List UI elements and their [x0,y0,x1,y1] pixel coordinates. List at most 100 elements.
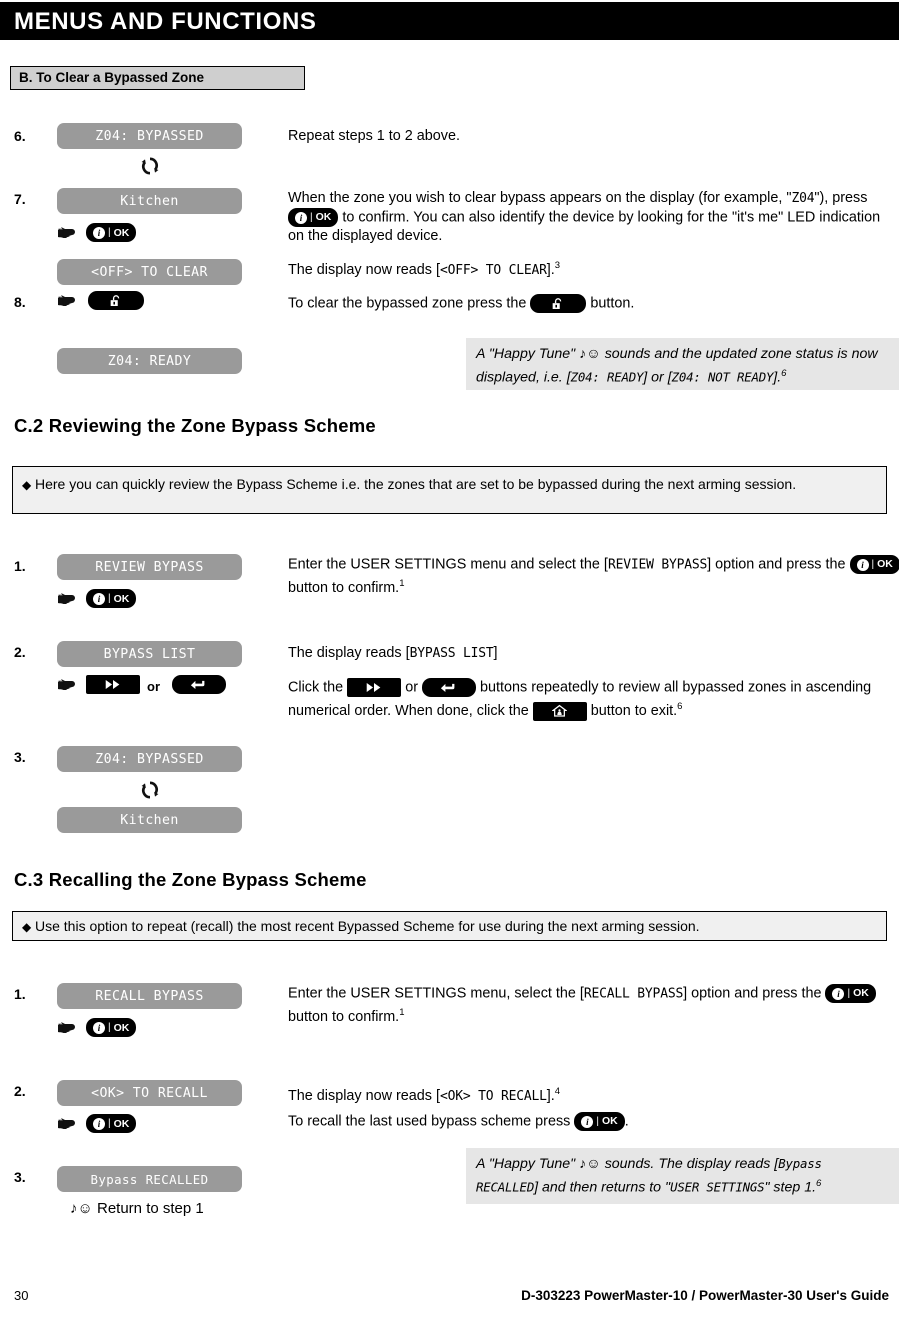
lcd-display-b7-zone: Kitchen [57,188,242,214]
step-text-b7-mono: Z04 [791,191,815,206]
note-b-c: ] or [ [643,369,672,386]
page-banner: MENUS AND FUNCTIONS [0,2,899,40]
heading-c2: C.2 Reviewing the Zone Bypass Scheme [14,415,376,436]
step-text-b7-c: The display now reads [ [288,261,440,278]
info-icon: i [93,592,105,605]
pointing-hand-icon-b8 [56,292,82,310]
ok-label: OK [113,1021,130,1034]
lcd-display-c3-3: Bypass RECALLED [57,1166,242,1192]
music-note-smiley-icon: ♪☺ [579,346,601,362]
footnote-ref: 1 [399,578,405,590]
note-c3-d: " step 1. [764,1179,817,1196]
back-button-inline-c2-2[interactable] [421,678,476,697]
info-icon: i [93,226,105,239]
info-icon: i [856,558,869,571]
happy-tune-note-text-c3: A "Happy Tune" ♪☺ sounds. The display re… [466,1148,899,1204]
home-exit-button-inline-c2-2[interactable] [532,701,587,721]
step-text-b7-display: The display now reads [<OFF> TO CLEAR].3 [288,256,899,280]
step-text-c3-1-b: button to confirm. [288,1009,400,1026]
step-text-c2-2-a2: ] [493,645,498,661]
footer-doc-reference: D-303223 PowerMaster-10 / PowerMaster-30… [521,1288,889,1303]
step-text-c3-2-mono: <OK> TO RECALL [439,1088,547,1104]
unlock-button-inline-b8[interactable] [530,294,587,313]
ok-label: OK [601,1115,618,1127]
step-text-c3-1: Enter the USER SETTINGS menu, select the… [288,984,899,1027]
info-ok-button-c3-2[interactable]: i | OK [86,1114,137,1133]
info-ok-button-b7[interactable]: i | OK [86,223,137,242]
footnote-ref: 6 [677,701,683,713]
ok-label: OK [853,987,869,999]
step-number-c2-3: 3. [14,749,26,765]
step-text-c3-2-b: To recall the last used bypass scheme pr… [288,1113,571,1130]
subsection-label: B. To Clear a Bypassed Zone [19,70,205,85]
step-text-c2-2-c: or [405,679,418,696]
ok-label: OK [113,1117,130,1130]
unlock-button-b8[interactable] [88,291,144,310]
ok-label: OK [113,226,130,239]
happy-tune-note-c3: A "Happy Tune" ♪☺ sounds. The display re… [466,1148,899,1204]
note-c3-a: A "Happy Tune" [476,1156,576,1172]
step-text-b7-a: When the zone you wish to clear bypass a… [288,190,792,206]
fast-forward-icon [105,679,120,690]
step-number-c3-1: 1. [14,986,26,1002]
step-text-c3-2-a: The display now reads [ [288,1087,440,1104]
note-b-a: A "Happy Tune" [476,346,576,362]
pointing-hand-icon-b7 [56,224,82,242]
info-box-c3-text: ◆ Use this option to repeat (recall) the … [13,912,886,942]
note-c3-c: ] and then returns to " [534,1179,671,1196]
pointing-hand-icon-c2-2 [56,676,82,694]
lcd-display-c3-2: <OK> TO RECALL [57,1080,242,1106]
info-ok-button-inline-b7[interactable]: i | OK [288,208,339,227]
document-page: MENUS AND FUNCTIONS B. To Clear a Bypass… [0,0,899,1325]
step-text-c2-1-mono: REVIEW BYPASS [607,557,708,573]
return-to-step-text: Return to step 1 [97,1200,204,1217]
step-text-b7-b: to confirm. You can also identify the de… [288,209,881,245]
note-c3-mono2: USER SETTINGS [670,1179,765,1195]
footnote-ref: 3 [554,260,561,271]
home-person-icon [552,705,568,717]
info-box-c3: ◆ Use this option to repeat (recall) the … [12,911,887,941]
happy-tune-note-text-b: A "Happy Tune" ♪☺ sounds and the updated… [466,338,899,394]
back-arrow-icon [440,683,455,692]
note-c3-b: sounds. The display reads [ [604,1156,779,1172]
music-note-smiley-icon: ♪☺ [70,1200,93,1217]
bullet-diamond-icon: ◆ [22,478,32,492]
info-ok-button-inline-c3-1[interactable]: i | OK [825,984,876,1003]
info-box-c2-body: Here you can quickly review the Bypass S… [35,476,797,492]
step-text-c3-2-a2: ]. [546,1087,555,1104]
footnote-ref: 6 [781,368,787,379]
step-text-c2-2-top: The display reads [BYPASS LIST] [288,644,899,663]
back-arrow-icon [190,680,205,689]
pointing-hand-icon-c2-1 [56,590,82,608]
info-icon: i [832,987,845,1000]
heading-c3: C.3 Recalling the Zone Bypass Scheme [14,869,367,890]
footer-page-number: 30 [14,1288,29,1303]
step-text-c2-1-a2: ] option and press the [707,556,846,573]
step-number-b7: 7. [14,191,26,207]
info-ok-button-c2-1[interactable]: i | OK [86,589,137,608]
step-number-c2-1: 1. [14,558,26,574]
page-title: MENUS AND FUNCTIONS [14,8,317,35]
cycle-arrows-icon [138,155,162,177]
ok-label: OK [315,211,332,223]
info-ok-button-c3-1[interactable]: i | OK [86,1018,137,1037]
pointing-hand-icon-c3-1 [56,1019,82,1037]
forward-button-inline-c2-2[interactable] [347,678,402,697]
info-icon: i [295,211,307,224]
back-button-c2-2[interactable] [172,675,226,694]
subsection-label-box: B. To Clear a Bypassed Zone [10,66,305,90]
forward-button-c2-2[interactable] [86,675,140,694]
bullet-diamond-icon: ◆ [22,920,32,934]
pointing-hand-icon-c3-2 [56,1115,82,1133]
music-note-smiley-icon: ♪☺ [579,1156,601,1172]
note-b-mono1: Z04: READY [570,369,644,385]
step-text-b7: When the zone you wish to clear bypass a… [288,189,899,246]
step-number-c3-2: 2. [14,1083,26,1099]
info-ok-button-inline-c2-1[interactable]: i | OK [849,555,899,574]
step-number-b6: 6. [14,128,26,144]
info-ok-button-inline-c3-2[interactable]: i | OK [574,1112,625,1131]
footnote-ref: 1 [399,1007,405,1019]
step-text-b7-a2: "), press [814,190,868,206]
step-text-b7-c2: ]. [546,261,555,278]
step-text-c3-1-a2: ] option and press the [683,985,822,1002]
